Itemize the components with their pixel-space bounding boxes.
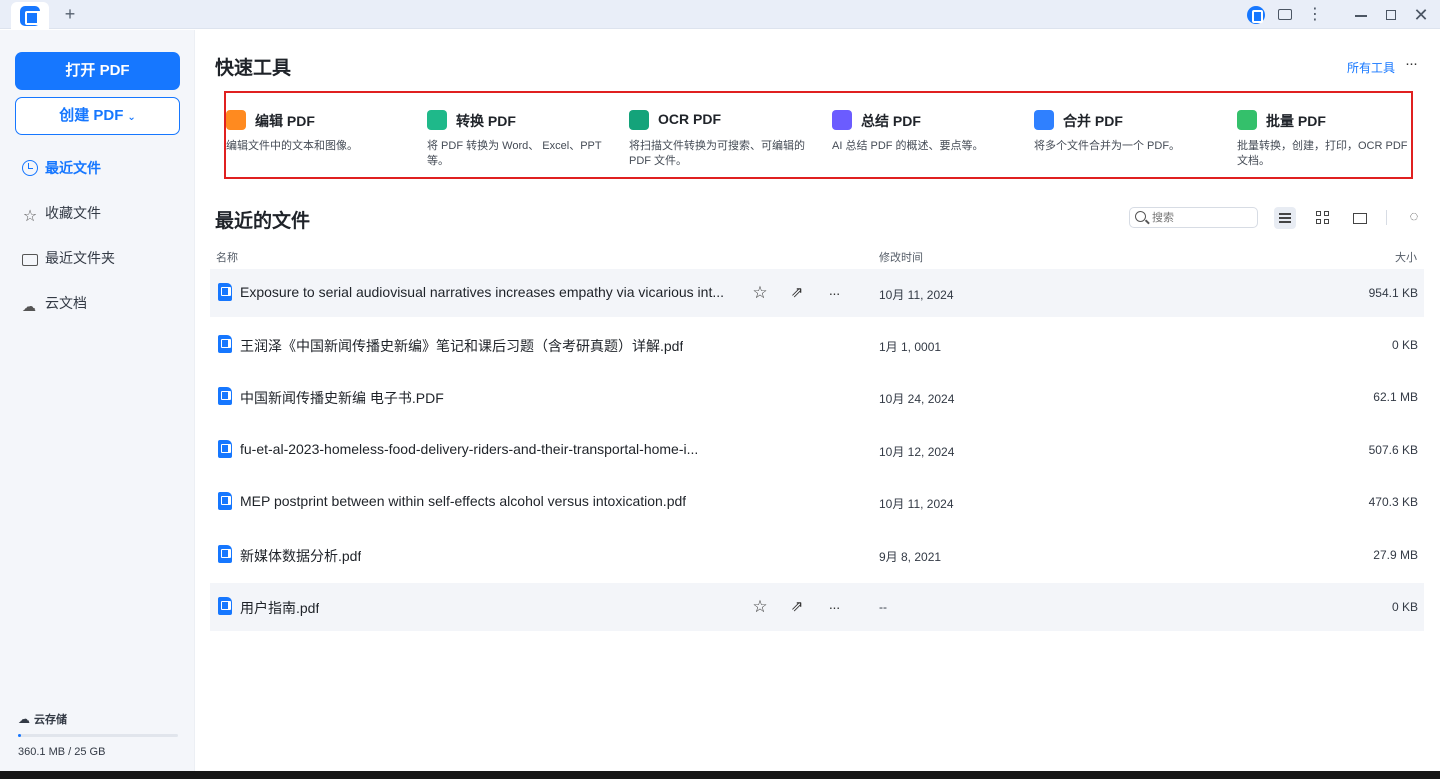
file-cabinet-icon[interactable]: [1349, 207, 1371, 229]
search-input[interactable]: [1152, 210, 1252, 226]
file-size: 0 KB: [1391, 600, 1418, 614]
storage-title: 云存储: [34, 714, 67, 726]
pdf-file-icon: [218, 597, 232, 615]
pdf-file-icon: [218, 440, 232, 458]
table-row[interactable]: Exposure to serial audiovisual narrative…: [210, 269, 1424, 317]
file-name: MEP postprint between within self-effect…: [240, 493, 687, 509]
table-row[interactable]: 王润泽《中国新闻传播史新编》笔记和课后习题（含考研真题）详解.pdf 1月 1,…: [210, 321, 1424, 369]
file-date: 9月 8, 2021: [879, 550, 942, 564]
file-name: 新媒体数据分析.pdf: [240, 548, 362, 564]
all-tools-link[interactable]: 所有工具: [1347, 59, 1395, 76]
folder-icon: [22, 254, 38, 266]
file-name: 用户指南.pdf: [240, 600, 320, 616]
account-logo-icon[interactable]: [1245, 4, 1267, 26]
cloud-icon: ☁: [22, 298, 36, 314]
close-icon[interactable]: ✕: [1410, 4, 1432, 26]
title-bar: + ⋮ ✕: [0, 0, 1440, 29]
more-horizontal-icon[interactable]: ···: [822, 281, 846, 305]
sidebar-item-label: 收藏文件: [45, 205, 101, 221]
pdf-file-icon: [218, 545, 232, 563]
grid-view-button[interactable]: [1312, 207, 1334, 229]
sidebar-item-recent-folders[interactable]: 最近文件夹: [22, 246, 182, 270]
cloud-icon: ☁: [18, 712, 30, 726]
pdf-file-icon: [218, 492, 232, 510]
toolbar-divider: [1386, 210, 1387, 225]
file-date: 10月 11, 2024: [879, 497, 954, 511]
recent-files-title: 最近的文件: [215, 211, 311, 232]
pdf-file-icon: [218, 387, 232, 405]
share-icon[interactable]: ⇗: [785, 281, 809, 305]
star-icon[interactable]: ☆: [748, 595, 772, 619]
table-row[interactable]: 中国新闻传播史新编 电子书.PDF 10月 24, 2024 62.1 MB: [210, 373, 1424, 421]
file-date: 10月 12, 2024: [879, 445, 955, 459]
table-row[interactable]: 用户指南.pdf ☆ ⇗ ··· -- 0 KB: [210, 583, 1424, 631]
sidebar: 打开 PDF 创建 PDF ⌄ 最近文件 ☆ 收藏文件 最近文件夹 ☁ 云文档 ☁ 云存…: [0, 30, 195, 771]
storage-usage-text: 360.1 MB / 25 GB: [18, 746, 106, 758]
cloud-storage-label[interactable]: ☁ 云存储: [18, 711, 67, 727]
list-view-button[interactable]: [1274, 207, 1296, 229]
sidebar-item-cloud-docs[interactable]: ☁ 云文档: [22, 291, 182, 315]
quick-tools-title: 快速工具: [215, 58, 292, 79]
file-size: 0 KB: [1391, 338, 1418, 352]
create-pdf-label: 创建 PDF: [59, 107, 124, 124]
file-date: --: [879, 600, 887, 614]
sidebar-item-label: 最近文件夹: [45, 250, 115, 266]
star-icon: ☆: [22, 208, 38, 225]
chevron-down-icon: ⌄: [127, 112, 136, 123]
pdf-file-icon: [218, 335, 232, 353]
minimize-icon[interactable]: [1350, 4, 1372, 26]
storage-usage-bar: [18, 734, 178, 737]
create-pdf-button[interactable]: 创建 PDF ⌄: [15, 97, 180, 135]
message-icon[interactable]: [1274, 4, 1296, 26]
table-row[interactable]: 新媒体数据分析.pdf 9月 8, 2021 27.9 MB: [210, 531, 1424, 579]
star-icon[interactable]: ☆: [748, 281, 772, 305]
new-tab-button[interactable]: +: [60, 3, 80, 25]
file-date: 10月 11, 2024: [879, 288, 954, 302]
file-name: fu-et-al-2023-homeless-food-delivery-rid…: [240, 441, 699, 457]
file-size: 470.3 KB: [1368, 495, 1418, 509]
open-pdf-button[interactable]: 打开 PDF: [15, 52, 180, 90]
sidebar-item-favorites[interactable]: ☆ 收藏文件: [22, 201, 182, 225]
refresh-icon[interactable]: ◌: [1404, 207, 1424, 227]
storage-usage-fill: [18, 734, 22, 737]
table-row[interactable]: MEP postprint between within self-effect…: [210, 478, 1424, 526]
sidebar-item-label: 云文档: [45, 295, 87, 311]
file-size: 507.6 KB: [1368, 443, 1418, 457]
sidebar-item-label: 最近文件: [45, 160, 101, 176]
highlight-frame: [224, 91, 1413, 179]
pdf-file-icon: [218, 283, 232, 301]
file-name: Exposure to serial audiovisual narrative…: [240, 284, 725, 300]
file-date: 10月 24, 2024: [879, 392, 955, 406]
search-box[interactable]: [1129, 207, 1258, 228]
column-header-size[interactable]: 大小: [1395, 249, 1417, 265]
file-name: 中国新闻传播史新编 电子书.PDF: [240, 390, 444, 406]
file-date: 1月 1, 0001: [879, 340, 942, 354]
os-taskbar: [0, 771, 1440, 779]
home-tab[interactable]: [11, 2, 49, 29]
file-name: 王润泽《中国新闻传播史新编》笔记和课后习题（含考研真题）详解.pdf: [240, 338, 684, 354]
search-icon: [1135, 211, 1146, 222]
app-logo-icon: [20, 6, 42, 26]
table-row[interactable]: fu-et-al-2023-homeless-food-delivery-rid…: [210, 426, 1424, 474]
clock-icon: [22, 160, 38, 176]
sidebar-item-recent-files[interactable]: 最近文件: [22, 156, 182, 180]
file-size: 27.9 MB: [1373, 548, 1418, 562]
maximize-icon[interactable]: [1380, 4, 1402, 26]
column-header-name[interactable]: 名称: [216, 249, 238, 265]
column-header-modified[interactable]: 修改时间: [879, 249, 923, 265]
more-vertical-icon[interactable]: ⋮: [1304, 4, 1326, 26]
share-icon[interactable]: ⇗: [785, 595, 809, 619]
more-horizontal-icon[interactable]: ···: [822, 595, 846, 619]
file-size: 954.1 KB: [1368, 286, 1418, 300]
file-size: 62.1 MB: [1373, 390, 1418, 404]
more-options-button[interactable]: ···: [1405, 55, 1418, 72]
